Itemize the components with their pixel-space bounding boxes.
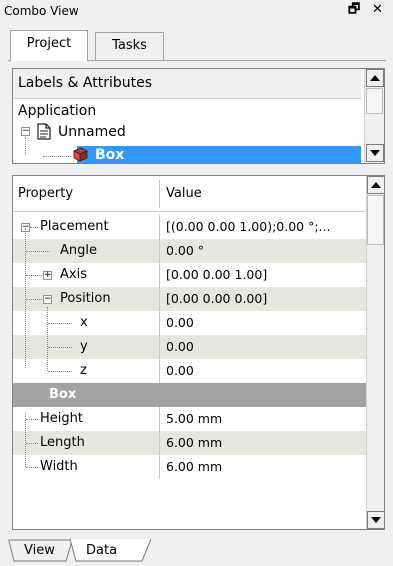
scroll-thumb[interactable]	[367, 195, 384, 245]
title-bar: Combo View 🗗 ✕	[0, 0, 393, 22]
scroll-thumb[interactable]	[366, 88, 383, 114]
tree-item-box-label: Box	[95, 147, 125, 163]
tree-line	[43, 156, 71, 157]
property-row-axis[interactable]: + Axis [0.00 0.00 1.00]	[13, 263, 366, 287]
property-row-width[interactable]: Width 6.00 mm	[13, 455, 366, 479]
header-value: Value	[166, 186, 202, 201]
tree-line	[26, 467, 38, 468]
scroll-down-button[interactable]	[366, 144, 384, 162]
tree-line	[25, 137, 26, 155]
tree-line	[26, 251, 50, 252]
property-name: Position	[60, 291, 111, 306]
property-name: y	[80, 339, 88, 354]
tab-data[interactable]: Data	[86, 541, 117, 563]
property-value[interactable]: 0.00 °	[166, 239, 204, 263]
property-value[interactable]: [0.00 0.00 0.00]	[166, 287, 267, 311]
tab-view[interactable]: View	[24, 541, 55, 563]
property-row-placement[interactable]: − Placement [(0.00 0.00 1.00);0.00 °;...	[13, 215, 366, 239]
property-value[interactable]: [(0.00 0.00 1.00);0.00 °;...	[166, 215, 330, 239]
property-name: Angle	[60, 243, 97, 258]
property-row-length[interactable]: Length 6.00 mm	[13, 431, 366, 455]
property-name: Axis	[60, 267, 87, 282]
tree-header-label: Labels & Attributes	[18, 75, 152, 91]
property-group-box: Box	[13, 383, 366, 407]
collapse-icon[interactable]: −	[21, 127, 30, 136]
property-scrollbar[interactable]	[366, 176, 384, 529]
property-row-angle[interactable]: Angle 0.00 °	[13, 239, 366, 263]
scroll-up-button[interactable]	[367, 176, 384, 194]
property-value[interactable]: 5.00 mm	[166, 407, 222, 431]
property-name: x	[80, 315, 88, 330]
document-icon	[37, 123, 51, 140]
tab-tasks[interactable]: Tasks	[95, 32, 164, 61]
window-title: Combo View	[4, 4, 79, 18]
tree-line	[26, 443, 38, 444]
property-name: Width	[40, 459, 78, 474]
header-property: Property	[18, 186, 74, 201]
tree-view[interactable]: Labels & Attributes Application − Unname…	[12, 68, 385, 164]
property-header: Property Value	[13, 176, 366, 212]
tree-line	[48, 323, 72, 324]
property-name: z	[80, 363, 87, 378]
tree-line	[26, 419, 38, 420]
property-name: Height	[40, 411, 83, 426]
tree-line	[48, 371, 72, 372]
property-row-height[interactable]: Height 5.00 mm	[13, 407, 366, 431]
collapse-icon[interactable]: −	[43, 295, 52, 304]
property-view[interactable]: Property Value − Placement [(0.00 0.00 1…	[12, 175, 385, 530]
tree-line	[48, 347, 72, 348]
property-value[interactable]: 6.00 mm	[166, 431, 222, 455]
tree-header: Labels & Attributes	[13, 69, 361, 99]
property-value[interactable]: 0.00	[166, 335, 194, 359]
property-row-position[interactable]: − Position [0.00 0.00 0.00]	[13, 287, 366, 311]
tree-line	[26, 275, 42, 276]
property-value[interactable]: 0.00	[166, 311, 194, 335]
property-value[interactable]: 0.00	[166, 359, 194, 383]
property-value[interactable]: [0.00 0.00 1.00]	[166, 263, 267, 287]
property-name: Placement	[40, 219, 109, 234]
tree-line	[47, 307, 48, 371]
property-value[interactable]: 6.00 mm	[166, 455, 222, 479]
float-icon[interactable]: 🗗	[348, 2, 360, 18]
tree-item-unnamed[interactable]: Unnamed	[58, 124, 126, 140]
box-icon	[71, 145, 89, 163]
property-name: Length	[40, 435, 85, 450]
tree-line	[26, 299, 42, 300]
scroll-down-button[interactable]	[367, 511, 384, 529]
tree-scrollbar[interactable]	[364, 69, 384, 163]
scroll-up-button[interactable]	[366, 69, 384, 87]
tab-project[interactable]: Project	[10, 30, 88, 61]
close-icon[interactable]: ✕	[372, 2, 383, 18]
group-label: Box	[49, 387, 77, 402]
tree-item-application[interactable]: Application	[18, 103, 96, 119]
expand-icon[interactable]: +	[43, 271, 52, 280]
tree-line	[25, 412, 26, 467]
tree-line	[25, 228, 26, 368]
